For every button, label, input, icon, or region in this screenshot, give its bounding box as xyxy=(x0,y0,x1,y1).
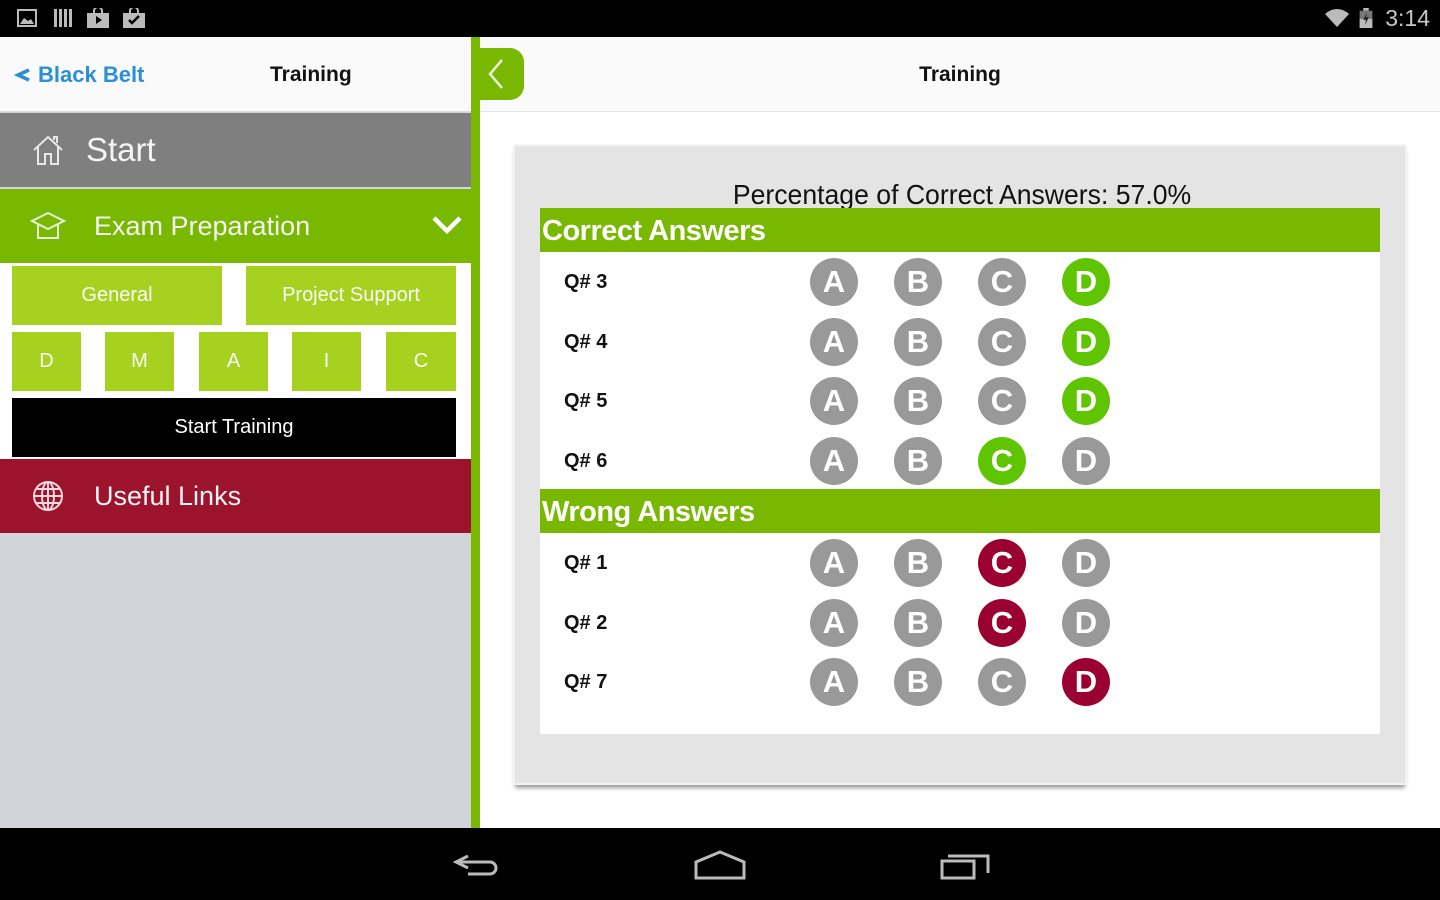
chevron-left-icon xyxy=(488,59,503,89)
answer-option-c[interactable]: C xyxy=(978,258,1026,306)
collapse-panel-button[interactable] xyxy=(478,48,524,100)
answer-option-b[interactable]: B xyxy=(894,317,942,366)
answer-option-a[interactable]: A xyxy=(810,658,858,706)
answer-option-a[interactable]: A xyxy=(810,377,858,425)
answer-option-c[interactable]: C xyxy=(978,436,1026,485)
back-button[interactable]: Black Belt xyxy=(14,62,144,88)
answer-option-a[interactable]: A xyxy=(810,539,858,587)
question-label: Q# 5 xyxy=(564,390,608,412)
answer-option-b[interactable]: B xyxy=(894,598,942,647)
question-label: Q# 6 xyxy=(564,449,608,472)
menu-item-start[interactable]: Start xyxy=(0,113,471,187)
answer-option-c[interactable]: C xyxy=(978,658,1026,706)
correct-answers-header: Correct Answers xyxy=(540,208,1380,252)
exam-preparation-panel: General Project Support D M A I C Start … xyxy=(0,263,471,459)
chevron-down-icon[interactable] xyxy=(431,211,463,239)
start-training-button[interactable]: Start Training xyxy=(12,398,456,457)
wrong-answers-header: Wrong Answers xyxy=(540,489,1380,533)
answer-option-c[interactable]: C xyxy=(978,377,1026,425)
play-store-icon xyxy=(87,8,109,28)
wifi-icon xyxy=(1325,9,1349,27)
system-nav-bar xyxy=(0,828,1440,900)
question-row: Q# 6 ABCD xyxy=(540,432,1380,491)
answer-option-b[interactable]: B xyxy=(894,658,942,706)
globe-icon xyxy=(33,481,63,511)
question-row: Q# 3 ABCD xyxy=(540,253,1380,312)
home-icon xyxy=(33,135,63,165)
chevron-left-icon xyxy=(14,68,30,82)
answer-option-b[interactable]: B xyxy=(894,258,942,306)
menu-label-exam: Exam Preparation xyxy=(94,210,311,241)
phase-d-button[interactable]: D xyxy=(12,332,81,391)
results-card: Percentage of Correct Answers: 57.0% Cor… xyxy=(513,144,1407,785)
answer-option-b[interactable]: B xyxy=(894,539,942,587)
question-label: Q# 7 xyxy=(564,671,608,693)
right-header: Training xyxy=(480,37,1440,112)
question-label: Q# 1 xyxy=(564,552,608,574)
answer-option-b[interactable]: B xyxy=(894,436,942,485)
question-row: Q# 5 ABCD xyxy=(540,372,1380,431)
question-label: Q# 4 xyxy=(564,330,608,353)
question-row: Q# 4 ABCD xyxy=(540,313,1380,372)
answer-option-a[interactable]: A xyxy=(810,436,858,485)
answer-option-d[interactable]: D xyxy=(1062,258,1110,306)
results-list: Correct Answers Q# 3 A B C D Q# 4 A B C D Q# 5ABCD… xyxy=(540,208,1380,734)
question-label: Q# 2 xyxy=(564,611,608,634)
answer-option-a[interactable]: A xyxy=(810,258,858,306)
question-label: Q# 3 xyxy=(564,271,608,293)
answer-option-a[interactable]: A xyxy=(810,598,858,647)
question-row: Q# 2 ABCD xyxy=(540,594,1380,653)
answer-option-d[interactable]: D xyxy=(1062,377,1110,425)
phase-a-button[interactable]: A xyxy=(199,332,268,391)
answer-option-c[interactable]: C xyxy=(978,317,1026,366)
answer-option-d[interactable]: D xyxy=(1062,598,1110,647)
phase-i-button[interactable]: I xyxy=(292,332,361,391)
answer-option-d[interactable]: D xyxy=(1062,539,1110,587)
phase-c-button[interactable]: C xyxy=(386,332,456,391)
question-row: Q# 7 ABCD xyxy=(540,653,1380,712)
back-nav-icon[interactable] xyxy=(448,848,508,882)
left-header: Black Belt Training xyxy=(0,37,471,112)
right-panel: Training Percentage of Correct Answers: … xyxy=(480,37,1440,828)
back-label: Black Belt xyxy=(38,62,145,87)
menu-item-useful-links[interactable]: Useful Links xyxy=(0,459,471,533)
answer-option-d[interactable]: D xyxy=(1062,317,1110,366)
general-button[interactable]: General xyxy=(12,266,222,325)
menu-label-links: Useful Links xyxy=(94,480,242,511)
answer-option-d[interactable]: D xyxy=(1062,658,1110,706)
project-support-button[interactable]: Project Support xyxy=(246,266,456,325)
left-panel: Black Belt Training Start Exam Preparati… xyxy=(0,37,471,828)
answer-option-b[interactable]: B xyxy=(894,377,942,425)
clock: 3:14 xyxy=(1385,5,1430,31)
answer-option-d[interactable]: D xyxy=(1062,436,1110,485)
menu-label-start: Start xyxy=(86,131,156,168)
answer-option-c[interactable]: C xyxy=(978,539,1026,587)
percentage-correct: Percentage of Correct Answers: 57.0% xyxy=(732,179,1192,210)
answer-option-c[interactable]: C xyxy=(978,598,1026,647)
question-row: Q# 1 ABCD xyxy=(540,534,1380,593)
status-bar: 3:14 xyxy=(0,0,1440,37)
battery-charging-icon xyxy=(1359,8,1373,28)
home-nav-icon[interactable] xyxy=(690,848,750,882)
gallery-icon xyxy=(17,9,37,27)
barcode-icon xyxy=(54,9,72,27)
recents-nav-icon[interactable] xyxy=(934,848,994,882)
phase-m-button[interactable]: M xyxy=(105,332,174,391)
left-page-title: Training xyxy=(270,63,352,86)
store-check-icon xyxy=(123,8,145,28)
menu-item-exam-preparation[interactable]: Exam Preparation xyxy=(0,189,471,263)
panel-divider[interactable] xyxy=(471,37,480,828)
right-page-title: Training xyxy=(919,63,1001,86)
answer-option-a[interactable]: A xyxy=(810,317,858,366)
graduation-cap-icon xyxy=(30,211,66,239)
